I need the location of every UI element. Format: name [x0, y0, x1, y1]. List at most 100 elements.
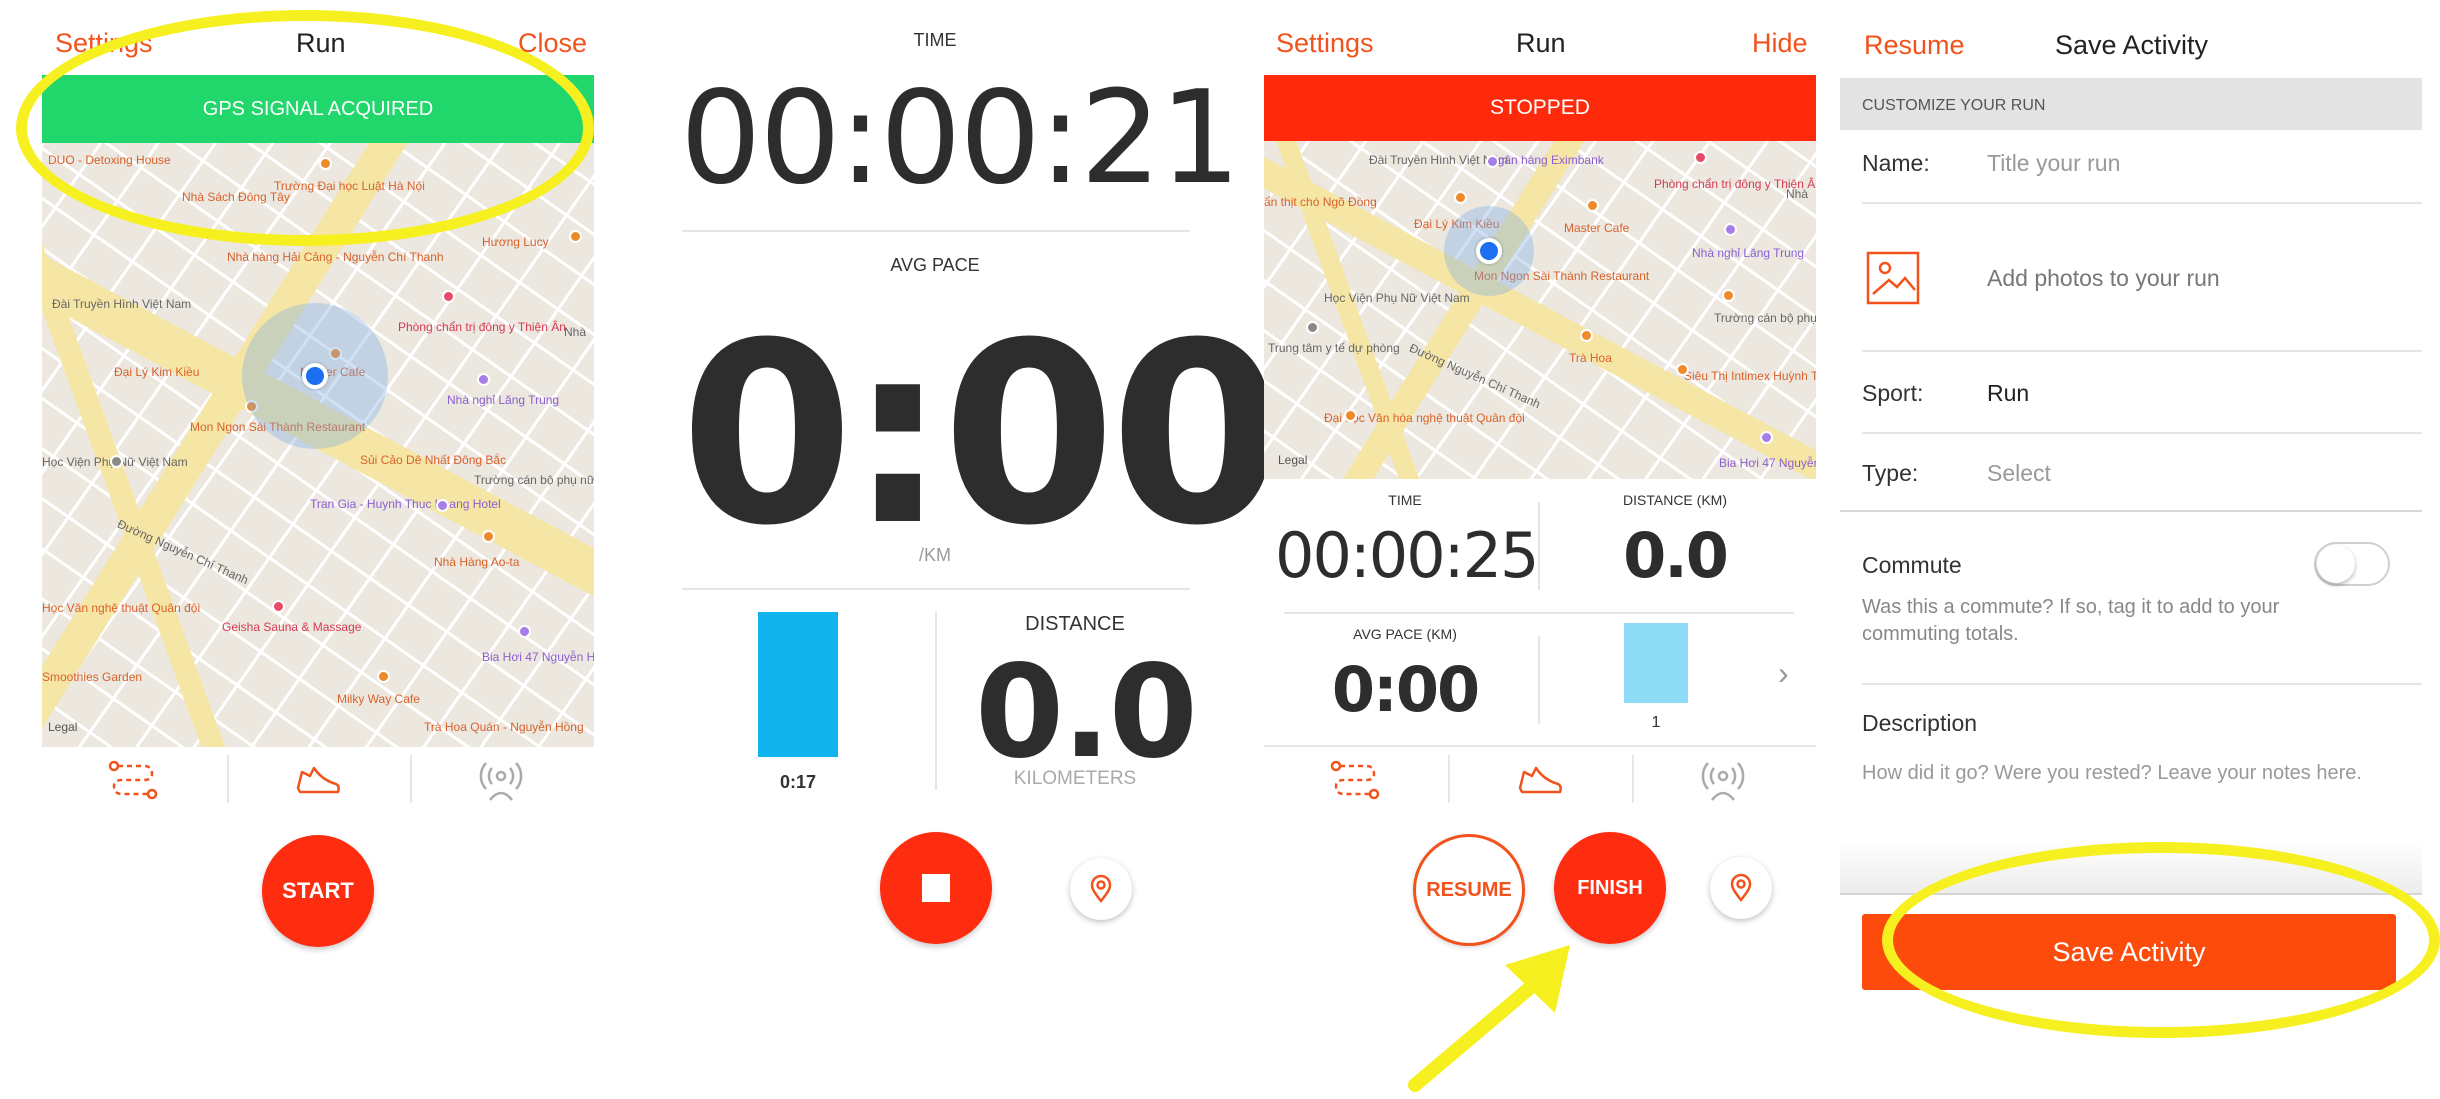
commute-description: Was this a commute? If so, tag it to add…	[1862, 596, 2280, 645]
distance-value: 0.0	[975, 638, 1198, 787]
sport-select[interactable]: Run	[1987, 380, 2029, 407]
map-view[interactable]: Đài Truyền Hình Việt Nam Ngân hàng Eximb…	[1264, 141, 1816, 479]
distance-value: 0.0	[1623, 519, 1729, 592]
name-label: Name:	[1862, 150, 1930, 176]
avg-pace-label: AVG PACE	[890, 255, 980, 275]
stat-divider	[935, 612, 937, 790]
map-label: Nhà nghỉ Lăng Trung	[447, 393, 560, 407]
stat-divider	[1538, 636, 1540, 724]
map-label: Trà Hoa Quán - Nguyễn Hồng	[424, 720, 584, 734]
highlight-ellipse	[1882, 842, 2440, 1038]
split-time: 0:17	[779, 772, 817, 792]
map-poi-pin	[1344, 409, 1357, 422]
location-pin-icon	[1730, 873, 1752, 903]
toggle-knob	[2317, 545, 2355, 583]
start-button[interactable]: START	[262, 835, 374, 947]
map-label: Smoothies Garden	[42, 670, 143, 684]
route-icon[interactable]	[108, 758, 158, 802]
time-value: 00:00:21	[680, 64, 1241, 213]
map-label: Nhà Hàng Ao-ta	[434, 555, 520, 569]
map-label: Milky Way Cafe	[337, 692, 420, 706]
map-label: Học Viện Phụ Nữ Việt Nam	[1324, 291, 1470, 305]
divider	[682, 588, 1190, 590]
shoe-icon[interactable]	[1514, 758, 1564, 802]
split-index: 1	[1651, 714, 1661, 731]
resume-link[interactable]: Resume	[1864, 30, 1965, 61]
divider	[1862, 202, 2422, 204]
current-location-dot	[1476, 238, 1502, 264]
map-label: Sủi Cảo Dê Nhất Đông Bắc	[360, 453, 507, 467]
distance-unit: KILOMETERS	[1013, 768, 1137, 789]
map-poi-pin	[518, 625, 531, 638]
sport-label: Sport:	[1862, 380, 1924, 406]
map-label: Trung tâm y tế dự phòng	[1268, 341, 1400, 355]
stopped-banner: STOPPED	[1264, 75, 1816, 141]
map-label: Trà Hoa	[1569, 351, 1612, 365]
highlight-arrow	[1408, 945, 1570, 1092]
map-label: Nhà	[564, 325, 587, 339]
nav-title: Run	[1516, 28, 1566, 58]
photo-icon[interactable]	[1865, 250, 1921, 306]
map-label: Ngân hàng Eximbank	[1489, 153, 1604, 167]
map-label: Tran Gia - Huynh Thuc Khang Hotel	[310, 497, 501, 511]
tab-divider	[1632, 755, 1634, 803]
type-select[interactable]: Select	[1987, 460, 2051, 487]
stop-button[interactable]	[880, 832, 992, 944]
divider	[1840, 510, 2422, 512]
map-label: Siêu Thị Intimex Huỳnh Thúc Kháng	[1684, 369, 1816, 383]
map-label: Trường cán bộ phụ nữ Trung ương	[1714, 311, 1816, 325]
divider	[1862, 350, 2422, 352]
map-poi-pin	[377, 670, 390, 683]
hide-link[interactable]: Hide	[1752, 28, 1808, 59]
type-label: Type:	[1862, 460, 1919, 486]
commute-title: Commute	[1862, 552, 1962, 578]
divider	[682, 230, 1190, 232]
finish-button[interactable]: FINISH	[1554, 832, 1666, 944]
stat-divider	[1538, 502, 1540, 590]
map-label: Đường Nguyễn Chí Thanh	[115, 516, 251, 588]
map-label: Phòng chẩn trị đông y Thiện Ân	[398, 320, 566, 334]
split-bar	[1624, 623, 1688, 703]
time-label: TIME	[913, 30, 957, 50]
map-legal-link[interactable]: Legal	[1278, 453, 1307, 467]
next-split-chevron[interactable]: ›	[1778, 655, 1789, 692]
add-photos-link[interactable]: Add photos to your run	[1987, 265, 2220, 292]
map-label: Đường Nguyễn Chí Thanh	[1407, 340, 1543, 412]
section-header: CUSTOMIZE YOUR RUN	[1840, 78, 2422, 130]
map-poi-pin	[1676, 363, 1689, 376]
commute-toggle[interactable]	[2314, 542, 2390, 586]
map-legal-link[interactable]: Legal	[48, 720, 77, 734]
current-location-dot	[302, 363, 328, 389]
pace-unit: /KM	[918, 545, 951, 565]
distance-label: DISTANCE	[1025, 613, 1125, 635]
shoe-icon[interactable]	[292, 758, 342, 802]
time-value: 00:00:25	[1275, 519, 1539, 592]
split-bar	[758, 612, 838, 757]
map-poi-pin	[1586, 199, 1599, 212]
map-label: Đài Truyền Hình Việt Nam	[52, 297, 192, 311]
description-textarea[interactable]: How did it go? Were you rested? Leave yo…	[1862, 760, 2407, 787]
stop-icon	[922, 874, 950, 902]
location-pin-button[interactable]	[1070, 858, 1132, 920]
route-icon[interactable]	[1330, 758, 1380, 802]
nav-title: Save Activity	[2055, 30, 2209, 60]
tab-divider	[227, 755, 229, 803]
map-poi-pin	[569, 230, 582, 243]
map-poi-pin	[477, 373, 490, 386]
beacon-icon[interactable]	[476, 758, 526, 802]
map-label: Bia Hơi 47 Nguyễn Hồng	[482, 650, 594, 664]
tab-divider	[1448, 755, 1450, 803]
location-pin-icon	[1090, 874, 1112, 904]
beacon-icon[interactable]	[1698, 758, 1748, 802]
map-label: Master Cafe	[1564, 221, 1630, 235]
highlight-ellipse	[16, 10, 594, 246]
map-label: Trường cán bộ phụ nữ Trung ương	[474, 473, 594, 487]
resume-button[interactable]: RESUME	[1413, 834, 1525, 946]
settings-link[interactable]: Settings	[1276, 28, 1374, 59]
map-label: Học Văn nghệ thuật Quân đội	[42, 601, 201, 615]
description-title: Description	[1862, 710, 1978, 736]
location-pin-button[interactable]	[1710, 857, 1772, 919]
divider	[1862, 683, 2422, 685]
name-input[interactable]: Title your run	[1987, 150, 2120, 177]
map-label: Đại Lý Kim Kiều	[114, 365, 200, 379]
